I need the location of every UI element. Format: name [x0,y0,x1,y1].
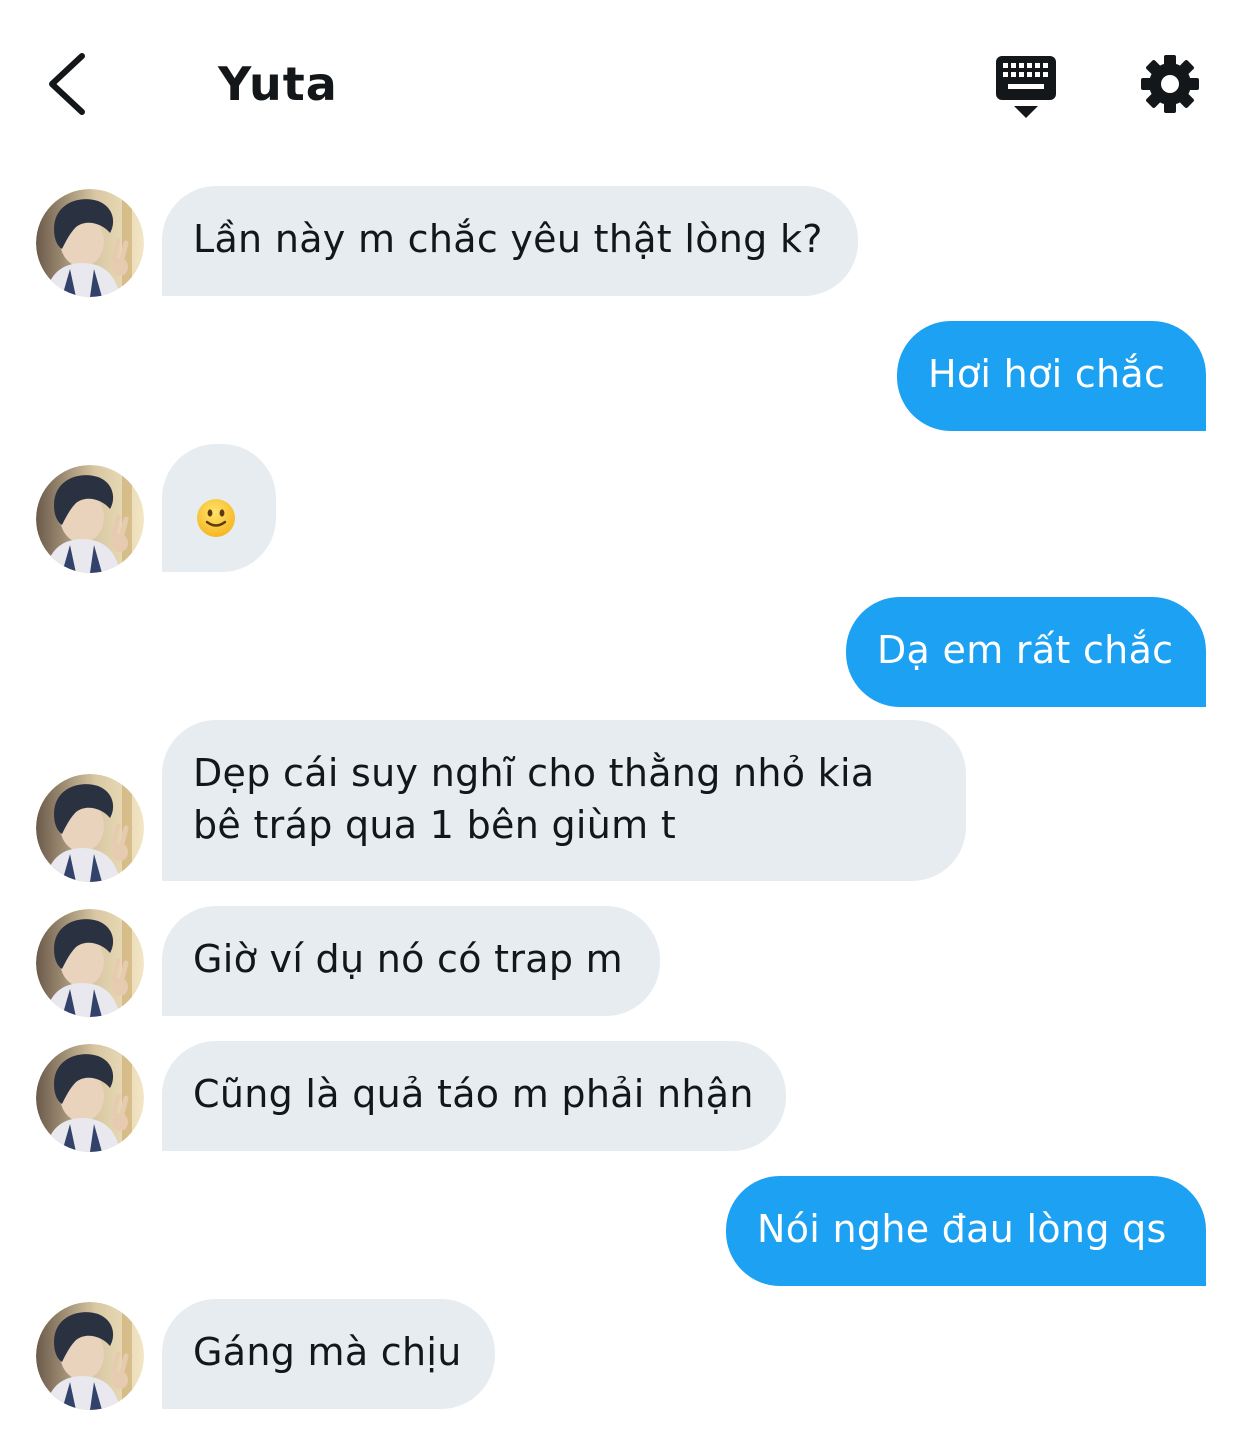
back-button[interactable] [38,48,98,120]
message-bubble-outgoing[interactable]: Nói nghe đau lòng qs [726,1176,1206,1286]
avatar-image [36,1302,144,1410]
slightly-smiling-face-icon [197,498,235,537]
avatar[interactable] [36,465,144,573]
chat-header: Yuta [0,0,1242,160]
avatar[interactable] [36,189,144,297]
message-text-line: Dẹp cái suy nghĩ cho thằng nhỏ kia [193,751,875,795]
message-text: Nói nghe đau lòng qs [757,1207,1167,1251]
avatar[interactable] [36,774,144,882]
keyboard-button[interactable] [992,52,1060,122]
message-text: Hơi hơi chắc [928,352,1166,396]
avatar-image [36,909,144,1017]
message-bubble-incoming[interactable]: Gáng mà chịu [162,1299,495,1409]
message-bubble-incoming[interactable]: Cũng là quả táo m phải nhận [162,1041,786,1151]
message-text: Gáng mà chịu [193,1330,462,1374]
avatar-image [36,465,144,573]
message-text: Cũng là quả táo m phải nhận [193,1072,754,1116]
settings-button[interactable] [1138,52,1202,116]
conversation-title[interactable]: Yuta [218,54,338,114]
avatar[interactable] [36,909,144,1017]
message-text: Lần này m chắc yêu thật lòng k? [193,217,823,261]
message-text-line: bê tráp qua 1 bên giùm t [193,803,677,847]
avatar[interactable] [36,1044,144,1152]
avatar[interactable] [36,1302,144,1410]
avatar-image [36,189,144,297]
chevron-left-icon [49,53,85,115]
message-bubble-incoming[interactable]: Dẹp cái suy nghĩ cho thằng nhỏ kia bê tr… [162,720,966,881]
message-bubble-outgoing[interactable]: Dạ em rất chắc [846,597,1206,707]
message-text: Dạ em rất chắc [877,628,1174,672]
message-bubble-incoming[interactable]: Lần này m chắc yêu thật lòng k? [162,186,858,296]
message-text: Giờ ví dụ nó có trap m [193,937,623,981]
avatar-image [36,774,144,882]
message-bubble-outgoing[interactable]: Hơi hơi chắc [897,321,1206,431]
keyboard-icon [996,56,1056,118]
message-bubble-incoming[interactable]: Giờ ví dụ nó có trap m [162,906,660,1016]
avatar-image [36,1044,144,1152]
gear-icon [1141,55,1199,113]
message-bubble-incoming[interactable] [162,444,276,572]
